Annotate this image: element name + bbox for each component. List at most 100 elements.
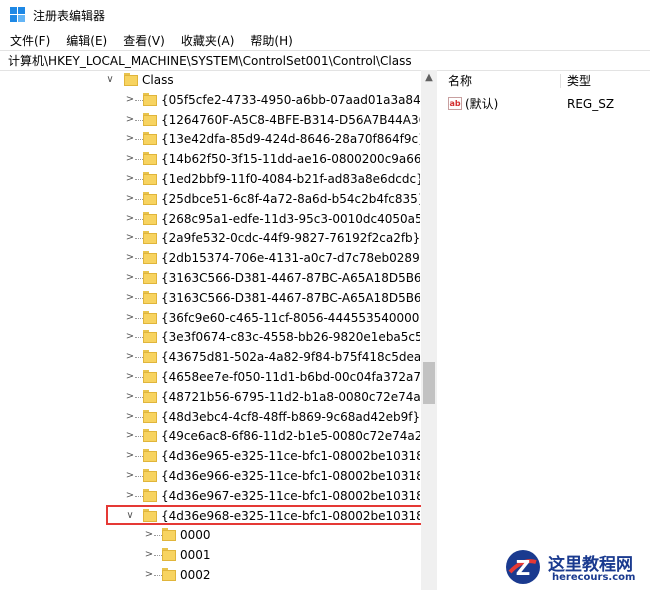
folder-icon [143, 211, 157, 226]
tree-node-label[interactable]: {3163C566-D381-4467-87BC-A65A18D5B648 [161, 268, 420, 288]
tree-node-guid[interactable]: > {2db15374-706e-4131-a0c7-d7c78eb0289a} [0, 248, 420, 268]
folder-icon [143, 271, 157, 285]
registry-editor-icon [10, 7, 26, 23]
tree-connector-line [135, 495, 143, 497]
folder-icon [143, 290, 157, 305]
tree-node-guid[interactable]: > {49ce6ac8-6f86-11d2-b1e5-0080c72e74a2} [0, 426, 420, 446]
tree-connector-line [135, 396, 143, 398]
tree-node-label[interactable]: {4658ee7e-f050-11d1-b6bd-00c04fa372a7} [161, 367, 420, 387]
tree-node-guid[interactable]: > {25dbce51-6c8f-4a72-8a6d-b54c2b4fc835} [0, 189, 420, 209]
tree-node-guid[interactable]: > {36fc9e60-c465-11cf-8056-444553540000} [0, 308, 420, 328]
tree-node-guid[interactable]: > {4d36e967-e325-11ce-bfc1-08002be10318} [0, 486, 420, 506]
folder-icon [143, 112, 157, 127]
tree-node-label[interactable]: {1264760F-A5C8-4BFE-B314-D56A7B44A362} [161, 110, 420, 130]
tree-node-guid[interactable]: > {3163C566-D381-4467-87BC-A65A18D5B648 [0, 268, 420, 288]
tree-node-guid[interactable]: > {48d3ebc4-4cf8-48ff-b869-9c68ad42eb9f} [0, 407, 420, 427]
menu-edit[interactable]: 编辑(E) [56, 32, 113, 49]
tree-node-label[interactable]: 0002 [180, 565, 211, 585]
tree-node-label[interactable]: {3e3f0674-c83c-4558-bb26-9820e1eba5c5} [161, 327, 420, 347]
tree-node-guid[interactable]: > {4d36e966-e325-11ce-bfc1-08002be10318} [0, 466, 420, 486]
values-pane[interactable]: 名称 类型 ab (默认) REG_SZ [440, 70, 650, 590]
tree-node-label[interactable]: {2a9fe532-0cdc-44f9-9827-76192f2ca2fb} [161, 228, 420, 248]
watermark: Z 这里教程网 herecours.com [504, 546, 650, 590]
tree-node-subkey[interactable]: >0002 [0, 565, 420, 585]
tree-node-guid[interactable]: > {2a9fe532-0cdc-44f9-9827-76192f2ca2fb} [0, 228, 420, 248]
column-header-name[interactable]: 名称 [448, 70, 472, 92]
tree-node-label[interactable]: Class [142, 70, 174, 90]
tree-node-guid[interactable]: > {14b62f50-3f15-11dd-ae16-0800200c9a66} [0, 149, 420, 169]
tree-connector-line [135, 297, 143, 299]
column-divider[interactable] [560, 74, 561, 88]
value-row-default[interactable]: ab (默认) REG_SZ [440, 94, 650, 114]
tree-node-subkey[interactable]: >0000 [0, 525, 420, 545]
tree-connector-line [135, 416, 143, 418]
tree-node-label[interactable]: {48721b56-6795-11d2-b1a8-0080c72e74a2} [161, 387, 420, 407]
tree-connector-line [135, 198, 143, 200]
tree-node-label[interactable]: {05f5cfe2-4733-4950-a6bb-07aad01a3a84} [161, 90, 420, 110]
tree-connector-line [135, 159, 143, 161]
folder-icon [143, 231, 157, 245]
tree-node-label[interactable]: {13e42dfa-85d9-424d-8646-28a70f864f9c} [161, 129, 420, 149]
tree-connector-line [135, 456, 143, 458]
column-header-type[interactable]: 类型 [567, 70, 591, 92]
tree-node-guid[interactable]: > {3163C566-D381-4467-87BC-A65A18D5B649 [0, 288, 420, 308]
tree-node-label[interactable]: {4d36e966-e325-11ce-bfc1-08002be10318} [161, 466, 420, 486]
folder-icon [143, 92, 157, 107]
folder-icon [162, 548, 176, 562]
tree-connector-line [135, 218, 143, 220]
value-name: (默认) [465, 97, 499, 111]
folder-icon [124, 73, 138, 87]
tree-node-guid[interactable]: > {1ed2bbf9-11f0-4084-b21f-ad83a8e6dcdc} [0, 169, 420, 189]
tree-node-guid[interactable]: > {4d36e965-e325-11ce-bfc1-08002be10318} [0, 446, 420, 466]
address-path[interactable]: 计算机\HKEY_LOCAL_MACHINE\SYSTEM\ControlSet… [0, 52, 412, 69]
ab-string-icon: ab [448, 97, 462, 110]
tree-node-label[interactable]: {36fc9e60-c465-11cf-8056-444553540000} [161, 308, 420, 328]
folder-icon [143, 310, 157, 325]
tree-node-label[interactable]: 0001 [180, 545, 211, 565]
tree-node-label[interactable]: {3163C566-D381-4467-87BC-A65A18D5B649 [161, 288, 420, 308]
menu-favorites[interactable]: 收藏夹(A) [171, 32, 241, 49]
folder-icon [143, 350, 157, 364]
tree-node-label[interactable]: {14b62f50-3f15-11dd-ae16-0800200c9a66} [161, 149, 420, 169]
tree-node-subkey[interactable]: >0001 [0, 545, 420, 565]
tree-node-label[interactable]: {2db15374-706e-4131-a0c7-d7c78eb0289a} [161, 248, 420, 268]
address-bar[interactable]: 计算机\HKEY_LOCAL_MACHINE\SYSTEM\ControlSet… [0, 50, 650, 71]
tree-node-label[interactable]: 0000 [180, 525, 211, 545]
folder-icon [143, 251, 157, 265]
tree-connector-line [135, 99, 143, 101]
tree-node-guid[interactable]: > {48721b56-6795-11d2-b1a8-0080c72e74a2} [0, 387, 420, 407]
menu-help[interactable]: 帮助(H) [240, 32, 298, 49]
tree-node-label[interactable]: {4d36e965-e325-11ce-bfc1-08002be10318} [161, 446, 420, 466]
tree-node-guid[interactable]: > {43675d81-502a-4a82-9f84-b75f418c5dea} [0, 347, 420, 367]
folder-icon [143, 330, 157, 344]
tree-connector-line [135, 436, 143, 438]
tree-node-guid[interactable]: > {05f5cfe2-4733-4950-a6bb-07aad01a3a84} [0, 90, 420, 110]
folder-icon [143, 370, 157, 384]
scroll-up-arrow-icon[interactable]: ▲ [421, 70, 437, 86]
tree-node-guid[interactable]: > {268c95a1-edfe-11d3-95c3-0010dc4050a5} [0, 209, 420, 229]
tree-node-label[interactable]: {25dbce51-6c8f-4a72-8a6d-b54c2b4fc835} [161, 189, 420, 209]
folder-icon [143, 389, 157, 404]
folder-icon [143, 172, 157, 186]
tree-connector-line [135, 119, 143, 121]
chevron-down-icon[interactable]: ∨ [104, 70, 116, 90]
folder-icon [143, 469, 157, 483]
tree-node-guid[interactable]: > {1264760F-A5C8-4BFE-B314-D56A7B44A362} [0, 110, 420, 130]
menu-view[interactable]: 查看(V) [113, 32, 171, 49]
tree-connector-line [135, 337, 143, 339]
tree-node-guid[interactable]: > {4658ee7e-f050-11d1-b6bd-00c04fa372a7} [0, 367, 420, 387]
tree-node-label[interactable]: {268c95a1-edfe-11d3-95c3-0010dc4050a5} [161, 209, 420, 229]
tree-node-guid[interactable]: > {3e3f0674-c83c-4558-bb26-9820e1eba5c5} [0, 327, 420, 347]
scroll-thumb[interactable] [423, 362, 435, 404]
tree-node-label[interactable]: {4d36e967-e325-11ce-bfc1-08002be10318} [161, 486, 420, 506]
tree-node-label[interactable]: {48d3ebc4-4cf8-48ff-b869-9c68ad42eb9f} [161, 407, 420, 427]
folder-icon [143, 488, 157, 503]
tree-scrollbar[interactable]: ▲ [421, 70, 437, 590]
tree-node-label[interactable]: {43675d81-502a-4a82-9f84-b75f418c5dea} [161, 347, 420, 367]
tree-node-label[interactable]: {1ed2bbf9-11f0-4084-b21f-ad83a8e6dcdc} [161, 169, 420, 189]
tree-node-class[interactable]: ∨ Class [0, 70, 420, 90]
tree-node-guid[interactable]: > {13e42dfa-85d9-424d-8646-28a70f864f9c} [0, 129, 420, 149]
svg-text:Z: Z [516, 556, 531, 580]
tree-node-label[interactable]: {49ce6ac8-6f86-11d2-b1e5-0080c72e74a2} [161, 426, 420, 446]
menu-file[interactable]: 文件(F) [0, 32, 56, 49]
